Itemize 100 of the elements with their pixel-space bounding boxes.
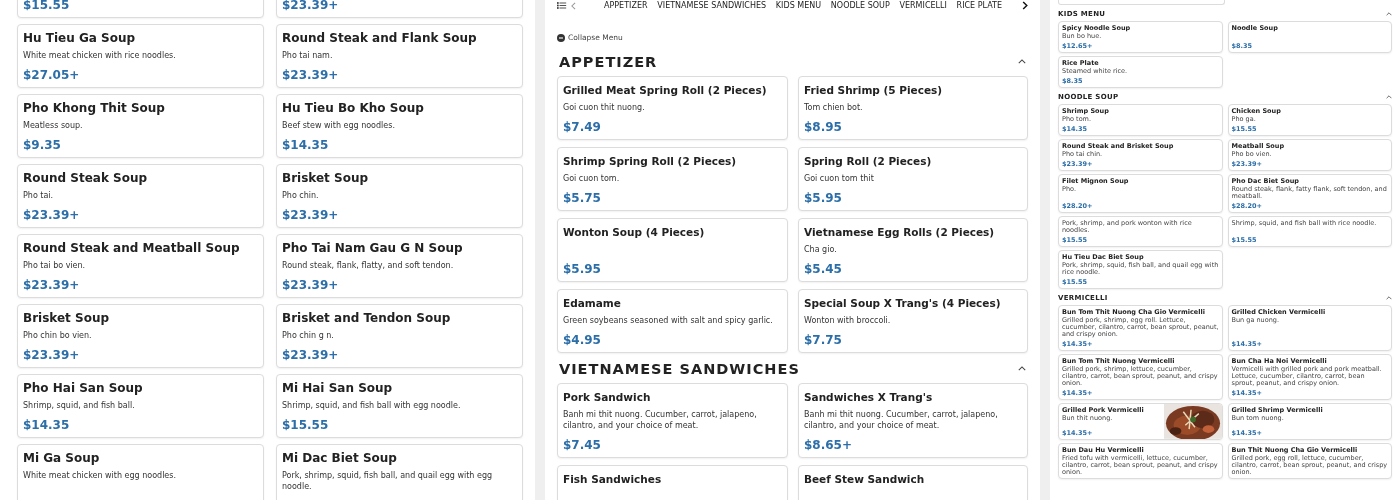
menu-item-card[interactable]: Pho Khong Thit Soup Meatless soup. $9.35	[17, 94, 264, 158]
item-name: Fish Sandwiches	[563, 471, 663, 486]
item-price: $5.95	[563, 260, 602, 276]
menu-item-card[interactable]: Mi Ga Soup White meat chicken with egg noodles.	[17, 444, 264, 500]
item-price: $5.45	[804, 260, 843, 276]
menu-item-card[interactable]: Sandwiches X Trang's Banh mi thit nuong. Cucumber, carrot, jalapeno, cilantro, and your choice of meat. $8.65+	[798, 382, 1028, 458]
menu-item-card[interactable]: Hu Tieu Ga Soup White meat chicken with rice noodles. $27.05+	[17, 24, 264, 88]
category-tab[interactable]: NOODLE SOUP	[830, 1, 890, 10]
item-description: Shrimp, squid, and fish ball with egg noodle.	[282, 400, 462, 411]
menu-item-card[interactable]: Grilled Meat Spring Roll (2 Pieces) Goi cuon thit nuong. $7.49	[557, 75, 788, 140]
menu-item-card[interactable]: Round Steak and Flank Soup Pho tai nam. $23.39+	[276, 24, 523, 88]
menu-item-card[interactable]: Brisket Soup Pho chin. $23.39+	[276, 164, 523, 228]
item-description: Pho tai nam.	[282, 50, 334, 61]
item-name: Hu Tieu Ga Soup	[23, 31, 137, 45]
category-tab[interactable]: VERMICELLI	[899, 1, 947, 10]
menu-item-card[interactable]: Pork Sandwich Banh mi thit nuong. Cucumber, carrot, jalapeno, cilantro, and your choice of meat. $7.45	[557, 382, 788, 458]
menu-item-card[interactable]: Edamame Green soybeans seasoned with salt and spicy garlic. $4.95	[557, 288, 788, 353]
menu-item-card[interactable]: Wonton Soup (4 Pieces) $5.95	[557, 217, 788, 282]
item-description: Pho chin.	[282, 190, 320, 201]
menu-item-card[interactable]: Pho Hai San Soup Shrimp, squid, and fish ball. $14.35	[17, 374, 264, 438]
item-name: Brisket Soup	[23, 311, 111, 325]
item-name: Pho Khong Thit Soup	[23, 101, 166, 115]
item-description: Wonton with broccoli.	[804, 314, 892, 326]
item-price: $23.39+	[282, 67, 340, 82]
chevron-icon[interactable]	[1018, 59, 1026, 64]
item-price: $4.95	[563, 331, 602, 347]
menu-item-card[interactable]: Pho Tai Nam Gau G N Soup Round steak, flank, flatty, and soft tendon. $23.39+	[276, 234, 523, 298]
item-price: $23.39+	[282, 0, 340, 12]
chevron-left-icon[interactable]	[571, 1, 576, 10]
item-name: Mi Dac Biet Soup	[282, 451, 398, 465]
item-description: Tom chien bot.	[804, 101, 864, 113]
menu-item-card[interactable]: Special Soup X Trang's (4 Pieces) Wonton with broccoli. $7.75	[798, 288, 1028, 353]
item-description: Meatless soup.	[23, 120, 84, 131]
menu-item-card[interactable]: Beef Stew Sandwich	[798, 464, 1028, 500]
item-name: Mi Ga Soup	[23, 451, 101, 465]
menu-item-card[interactable]: Mi Hai San Soup Shrimp, squid, and fish ball with egg noodle. $15.55	[276, 374, 523, 438]
item-name: Wonton Soup (4 Pieces)	[563, 224, 706, 239]
category-tab[interactable]: VIETNAMESE SANDWICHES	[657, 1, 767, 10]
menu-item-card[interactable]: Shrimp Spring Roll (2 Pieces) Goi cuon tom. $5.75	[557, 146, 788, 211]
item-description: Goi cuon thit nuong.	[563, 101, 646, 113]
item-description: Shrimp, squid, and fish ball.	[23, 400, 136, 411]
item-price: $23.39+	[23, 207, 81, 222]
item-name: Mi Hai San Soup	[282, 381, 394, 395]
menu-item-card[interactable]: $23.39+	[276, 0, 523, 18]
item-description: Pho chin g n.	[282, 330, 335, 341]
menu-item-card[interactable]: Mi Dac Biet Soup Pork, shrimp, squid, fish ball, and quail egg with egg noodle.	[276, 444, 523, 500]
item-description: Green soybeans seasoned with salt and spicy garlic.	[563, 314, 774, 326]
chevron-icon[interactable]	[1386, 296, 1392, 300]
item-description: Beef stew with egg noodles.	[282, 120, 396, 131]
item-description: Cha gio.	[804, 243, 838, 255]
chevron-icon[interactable]	[1386, 95, 1392, 99]
menu-item-card[interactable]: Brisket and Tendon Soup Pho chin g n. $23.39+	[276, 304, 523, 368]
item-price: $23.39+	[282, 207, 340, 222]
menu-item-card[interactable]: Round Steak Soup Pho tai. $23.39+	[17, 164, 264, 228]
menu-item-card[interactable]: Vietnamese Egg Rolls (2 Pieces) Cha gio. $5.45	[798, 217, 1028, 282]
item-description: Round steak, flank, flatty, and soft tendon.	[282, 260, 455, 271]
section-heading: APPETIZER	[559, 53, 658, 70]
item-price: $8.65+	[804, 436, 853, 452]
chevron-icon[interactable]	[1386, 12, 1392, 16]
menu-item-card[interactable]: $15.55	[17, 0, 264, 18]
item-name: Round Steak Soup	[23, 171, 149, 185]
chevron-icon[interactable]	[1018, 366, 1026, 371]
menu-item-card[interactable]: Hu Tieu Bo Kho Soup Beef stew with egg noodles. $14.35	[276, 94, 523, 158]
category-tab[interactable]: APPETIZER	[604, 1, 648, 10]
item-name: Shrimp Spring Roll (2 Pieces)	[563, 153, 738, 168]
item-description: White meat chicken with egg noodles.	[23, 470, 177, 481]
item-name: Pork Sandwich	[563, 389, 652, 404]
item-price: $5.95	[804, 189, 843, 205]
item-price: $5.75	[563, 189, 602, 205]
item-description: Pho tai.	[23, 190, 55, 201]
item-price: $9.35	[23, 137, 62, 152]
item-name: Special Soup X Trang's (4 Pieces)	[804, 295, 1002, 310]
menu-item-card[interactable]: Fried Shrimp (5 Pieces) Tom chien bot. $8.95	[798, 75, 1028, 140]
item-description: Goi cuon tom.	[563, 172, 621, 184]
menu-item-card[interactable]: Fish Sandwiches	[557, 464, 788, 500]
item-description: Pho tai bo vien.	[23, 260, 87, 271]
item-description: Pho chin bo vien.	[23, 330, 93, 341]
item-name: Brisket and Tendon Soup	[282, 311, 452, 325]
item-price: $7.45	[563, 436, 602, 452]
minus-circle-icon	[557, 33, 565, 42]
item-name: Pho Tai Nam Gau G N Soup	[282, 241, 464, 255]
item-description: White meat chicken with rice noodles.	[23, 50, 177, 61]
item-price: $23.39+	[23, 277, 81, 292]
item-name: Round Steak and Flank Soup	[282, 31, 478, 45]
menu-item-card[interactable]: Spring Roll (2 Pieces) Goi cuon tom thit $5.95	[798, 146, 1028, 211]
menu-item-card[interactable]: Brisket Soup Pho chin bo vien. $23.39+	[17, 304, 264, 368]
list-icon[interactable]	[557, 1, 567, 10]
item-price: $14.35	[23, 417, 71, 432]
item-name: Spring Roll (2 Pieces)	[804, 153, 933, 168]
category-tab[interactable]: RICE PLATE	[956, 1, 1002, 10]
item-price: $14.35	[282, 137, 330, 152]
item-price: $23.39+	[282, 277, 340, 292]
item-description: Banh mi thit nuong. Cucumber, carrot, jalapeno, cilantro, and your choice of meat.	[563, 408, 758, 431]
item-price: $15.55	[282, 417, 330, 432]
item-name: Round Steak and Meatball Soup	[23, 241, 241, 255]
menu-item-card[interactable]: Round Steak and Meatball Soup Pho tai bo vien. $23.39+	[17, 234, 264, 298]
chevron-right-icon[interactable]	[1022, 1, 1028, 10]
category-tab[interactable]: KIDS MENU	[775, 1, 822, 10]
item-price: $7.75	[804, 331, 843, 347]
item-name: Sandwiches X Trang's	[804, 389, 934, 404]
